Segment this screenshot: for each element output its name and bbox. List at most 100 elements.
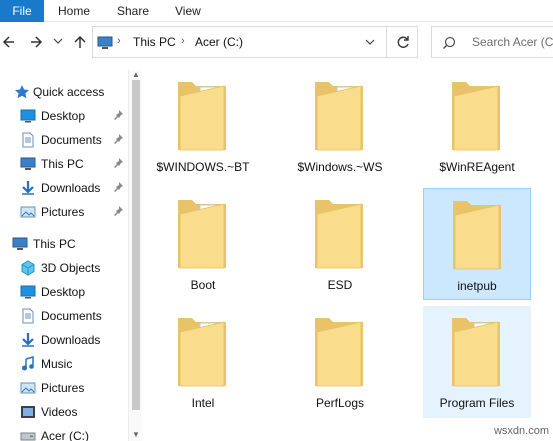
sidebar-item-videos[interactable]: Videos: [0, 400, 128, 424]
sidebar-quick-access[interactable]: Quick access: [0, 80, 128, 104]
folder-name: $WinREAgent: [439, 160, 515, 174]
downloads-icon: [22, 333, 34, 347]
sidebar-item-label: Pictures: [41, 205, 85, 219]
tab-share[interactable]: Share: [117, 0, 149, 22]
folder-icon: [315, 200, 363, 269]
sidebar-item-quick-pictures[interactable]: Pictures: [0, 200, 128, 224]
sidebar-item-pictures[interactable]: Pictures: [0, 376, 128, 400]
desktop-icon: [20, 285, 36, 299]
folder-icon: [315, 82, 363, 151]
folder-icon: [452, 318, 500, 387]
up-icon[interactable]: [72, 34, 88, 50]
folder-item[interactable]: inetpub: [423, 188, 531, 300]
pin-icon[interactable]: [112, 133, 124, 145]
navigation-pane-scrollbar[interactable]: ▲ ▼: [128, 70, 142, 441]
folder-name: Intel: [191, 396, 215, 410]
folder-icon: [315, 318, 363, 387]
back-icon[interactable]: [2, 34, 18, 50]
sidebar-item-label: Documents: [41, 133, 102, 147]
pc-icon: [12, 237, 28, 250]
breadcrumb-drive[interactable]: Acer (C:): [195, 35, 243, 49]
folder-name: Boot: [190, 278, 216, 292]
sidebar-item-documents[interactable]: Documents: [0, 304, 128, 328]
pin-icon[interactable]: [112, 157, 124, 169]
address-bar[interactable]: › This PC › Acer (C:): [92, 26, 418, 58]
sidebar-item-downloads[interactable]: Downloads: [0, 328, 128, 352]
forward-icon[interactable]: [28, 34, 44, 50]
folder-name: $WINDOWS.~BT: [156, 160, 250, 174]
pc-icon: [20, 157, 36, 170]
folder-icon: [178, 82, 226, 151]
refresh-icon: [397, 36, 409, 48]
folder-name: Program Files: [439, 396, 515, 410]
recent-chevron-icon[interactable]: [53, 38, 69, 54]
sidebar-item-drive[interactable]: Acer (C:): [0, 424, 128, 441]
pin-icon[interactable]: [112, 181, 124, 193]
tab-view[interactable]: View: [175, 0, 201, 22]
sidebar-item-quick-downloads[interactable]: Downloads: [0, 176, 128, 200]
folder-item[interactable]: $WinREAgent: [423, 70, 531, 182]
folder-item[interactable]: PerfLogs: [286, 306, 394, 418]
folder-item[interactable]: Boot: [149, 188, 257, 300]
ribbon-tabs: File Home Share View: [0, 0, 553, 22]
scroll-up-icon[interactable]: ▲: [132, 70, 140, 79]
sidebar-item-label: Acer (C:): [41, 429, 89, 441]
sidebar-item-label: Videos: [41, 405, 78, 419]
scrollbar-thumb[interactable]: [132, 80, 140, 410]
pictures-icon: [20, 206, 36, 218]
sidebar-item-label: Documents: [41, 309, 102, 323]
folder-name: $Windows.~WS: [297, 160, 383, 174]
sidebar-item-label: Downloads: [41, 333, 101, 347]
desktop-icon: [20, 109, 36, 123]
tab-file[interactable]: File: [0, 0, 44, 22]
sidebar-item-3d-objects[interactable]: 3D Objects: [0, 256, 128, 280]
tab-home[interactable]: Home: [58, 0, 90, 22]
star-icon: [15, 85, 29, 99]
sidebar-item-label: Desktop: [41, 109, 86, 123]
folder-icon: [178, 318, 226, 387]
breadcrumb-this-pc[interactable]: This PC: [133, 35, 176, 49]
sidebar-item-label: Desktop: [41, 285, 86, 299]
watermark: wsxdn.com: [493, 425, 549, 437]
sidebar-item-quick-desktop[interactable]: Desktop: [0, 104, 128, 128]
documents-icon: [22, 308, 34, 324]
sidebar-item-label: Pictures: [41, 381, 85, 395]
sidebar-item-label: This PC: [33, 237, 76, 251]
drive-icon: [20, 432, 36, 441]
downloads-icon: [22, 181, 34, 195]
pc-icon: [97, 36, 113, 49]
pin-icon[interactable]: [112, 109, 124, 121]
folder-icon: [178, 200, 226, 269]
3d-objects-icon: [21, 260, 35, 276]
folder-item[interactable]: Program Files: [423, 306, 531, 418]
folder-item[interactable]: Intel: [149, 306, 257, 418]
scroll-down-icon[interactable]: ▼: [132, 430, 140, 439]
folder-item[interactable]: ESD: [286, 188, 394, 300]
sidebar-item-quick-this-pc[interactable]: This PC: [0, 152, 128, 176]
sidebar-item-label: 3D Objects: [41, 261, 101, 275]
sidebar-item-label: Downloads: [41, 181, 101, 195]
sidebar-item-label: This PC: [41, 157, 84, 171]
sidebar-item-music[interactable]: Music: [0, 352, 128, 376]
folder-item[interactable]: $WINDOWS.~BT: [149, 70, 257, 182]
navigation-pane: Quick access Desktop Documents This PC D…: [0, 70, 143, 441]
folder-icon: [452, 82, 500, 151]
breadcrumb-chevron-icon: ›: [181, 35, 185, 47]
address-dropdown-icon[interactable]: [365, 39, 375, 47]
sidebar-item-quick-documents[interactable]: Documents: [0, 128, 128, 152]
search-box[interactable]: Search Acer (C:): [431, 26, 553, 58]
refresh-button[interactable]: [386, 26, 418, 58]
sidebar-this-pc[interactable]: This PC: [0, 232, 128, 256]
search-input[interactable]: Search Acer (C:): [472, 35, 553, 49]
folder-name: inetpub: [457, 279, 497, 293]
sidebar-item-label: Music: [41, 357, 73, 371]
pictures-icon: [20, 382, 36, 394]
folder-item[interactable]: $Windows.~WS: [286, 70, 394, 182]
videos-icon: [21, 406, 35, 418]
folder-name: ESD: [327, 278, 353, 292]
folder-icon: [453, 201, 501, 270]
search-icon: [442, 36, 456, 50]
sidebar-item-desktop[interactable]: Desktop: [0, 280, 128, 304]
pin-icon[interactable]: [112, 205, 124, 217]
sidebar-item-label: Quick access: [33, 85, 105, 99]
